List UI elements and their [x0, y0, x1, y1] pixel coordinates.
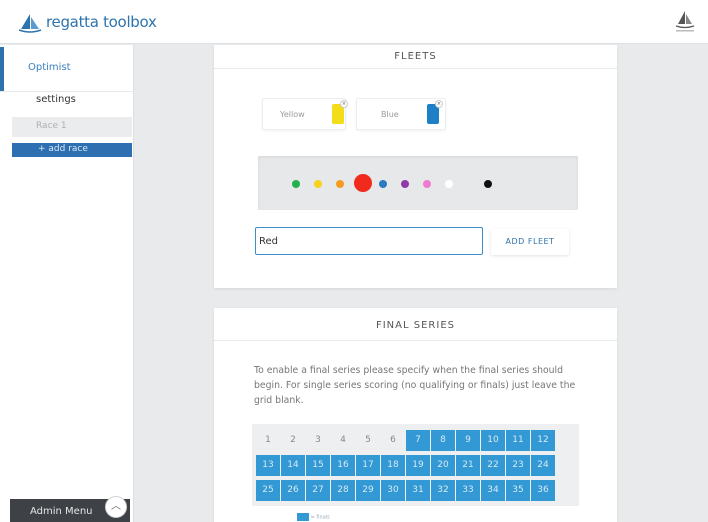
fleet-tag-label: Yellow: [280, 110, 305, 119]
add-fleet-button[interactable]: ADD FLEET: [491, 229, 569, 255]
legend-label: = finals: [310, 514, 330, 521]
race-grid-cell[interactable]: 34: [481, 480, 505, 501]
race-grid-cell[interactable]: 36: [531, 480, 555, 501]
race-grid-cell[interactable]: 12: [531, 430, 555, 451]
race-grid-cell[interactable]: 31: [406, 480, 430, 501]
race-grid-cell[interactable]: 26: [281, 480, 305, 501]
color-option-black[interactable]: [484, 180, 492, 188]
fleets-card: FLEETS Yellow × Blue × ADD FLEET: [214, 45, 617, 288]
race-grid-cell[interactable]: 22: [481, 455, 505, 476]
race-grid-cell[interactable]: 15: [306, 455, 330, 476]
race-grid-cell[interactable]: 28: [331, 480, 355, 501]
race-grid-cell[interactable]: 6: [381, 430, 405, 451]
color-option-yellow[interactable]: [314, 180, 322, 188]
top-bar: regatta toolbox: [0, 0, 708, 44]
sidebar-item-settings[interactable]: settings: [0, 92, 134, 112]
sailboat-logo-icon[interactable]: [674, 8, 696, 34]
final-series-title: FINAL SERIES: [375, 320, 455, 331]
fleet-tag-yellow[interactable]: Yellow ×: [262, 98, 348, 130]
add-race-button[interactable]: + add race: [12, 143, 132, 157]
color-palette: [258, 156, 578, 210]
race-grid-cell[interactable]: 1: [256, 430, 280, 451]
race-grid-cell[interactable]: 10: [481, 430, 505, 451]
color-option-red-selected[interactable]: [354, 174, 372, 192]
color-option-blue[interactable]: [379, 180, 387, 188]
finals-swatch: [297, 513, 309, 521]
fleet-name-input[interactable]: [255, 227, 483, 255]
race-grid-cell[interactable]: 5: [356, 430, 380, 451]
sidebar-item-class[interactable]: Optimist: [0, 47, 134, 91]
race-grid-cell[interactable]: 19: [406, 455, 430, 476]
fleet-tag-blue[interactable]: Blue ×: [356, 98, 446, 130]
race-grid-cell[interactable]: 20: [431, 455, 455, 476]
brand[interactable]: regatta toolbox: [18, 10, 157, 34]
race-grid-cell[interactable]: 13: [256, 455, 280, 476]
color-option-purple[interactable]: [401, 180, 409, 188]
app-title: regatta toolbox: [46, 13, 157, 31]
race-grid-cell[interactable]: 7: [406, 430, 430, 451]
remove-fleet-icon[interactable]: ×: [435, 100, 443, 108]
race-grid: 1 2 3 4 5 6 7 8 9 10 11 12 13 14 15 16 17 18 19 20 21 22 23 24 2…: [252, 424, 579, 506]
final-series-description: To enable a final series please specify …: [254, 365, 576, 406]
race-grid-cell[interactable]: 30: [381, 480, 405, 501]
race-grid-cell[interactable]: 29: [356, 480, 380, 501]
grid-legend: = finals: [297, 513, 330, 521]
race-grid-cell[interactable]: 21: [456, 455, 480, 476]
final-series-card: FINAL SERIES To enable a final series pl…: [214, 308, 617, 522]
race-grid-cell[interactable]: 25: [256, 480, 280, 501]
race-grid-cell[interactable]: 2: [281, 430, 305, 451]
remove-fleet-icon[interactable]: ×: [340, 100, 348, 108]
divider: [214, 68, 617, 69]
sidebar-item-race[interactable]: Race 1: [12, 117, 132, 137]
race-grid-cell[interactable]: 35: [506, 480, 530, 501]
divider: [214, 340, 617, 341]
color-option-orange[interactable]: [336, 180, 344, 188]
race-grid-cell[interactable]: 32: [431, 480, 455, 501]
race-grid-cell[interactable]: 33: [456, 480, 480, 501]
color-option-white[interactable]: [445, 180, 453, 188]
color-option-pink[interactable]: [423, 180, 431, 188]
race-grid-cell[interactable]: 8: [431, 430, 455, 451]
race-grid-cell[interactable]: 23: [506, 455, 530, 476]
race-grid-cell[interactable]: 17: [356, 455, 380, 476]
race-grid-cell[interactable]: 11: [506, 430, 530, 451]
race-grid-cell[interactable]: 27: [306, 480, 330, 501]
chevron-up-icon[interactable]: ︿: [105, 496, 127, 518]
race-grid-cell[interactable]: 9: [456, 430, 480, 451]
fleets-title: FLEETS: [394, 51, 437, 62]
sidebar: Optimist settings Race 1 + add race Admi…: [0, 45, 134, 522]
race-grid-cell[interactable]: 14: [281, 455, 305, 476]
race-grid-cell[interactable]: 3: [306, 430, 330, 451]
color-option-green[interactable]: [292, 180, 300, 188]
race-grid-cell[interactable]: 24: [531, 455, 555, 476]
sailboat-logo-icon: [18, 14, 42, 33]
race-grid-cell[interactable]: 4: [331, 430, 355, 451]
race-grid-cell[interactable]: 16: [331, 455, 355, 476]
race-grid-cell[interactable]: 18: [381, 455, 405, 476]
fleet-tag-label: Blue: [381, 110, 399, 119]
